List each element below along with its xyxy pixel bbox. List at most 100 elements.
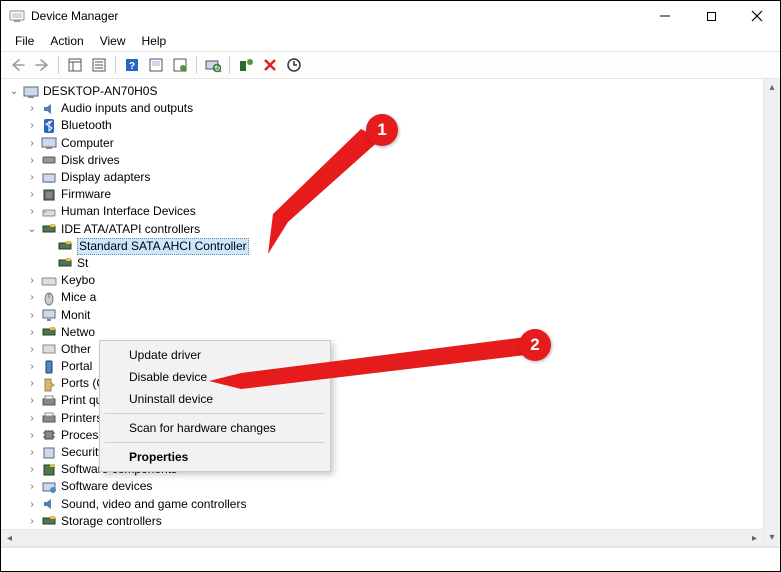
display-adapter-icon <box>41 170 57 186</box>
chevron-down-icon[interactable]: ⌄ <box>7 85 21 99</box>
chevron-right-icon[interactable]: › <box>25 411 39 425</box>
tree-item-label[interactable]: Computer <box>61 135 114 152</box>
tree-item-label[interactable]: Mice a <box>61 289 96 306</box>
tree-item-label[interactable]: Firmware <box>61 186 111 203</box>
tree-item-label[interactable]: Human Interface Devices <box>61 203 196 220</box>
show-hide-tree-button[interactable] <box>64 54 86 76</box>
ctx-disable-device[interactable]: Disable device <box>103 366 327 388</box>
properties-toolbar-button[interactable] <box>88 54 110 76</box>
chevron-right-icon[interactable]: › <box>25 171 39 185</box>
toolbar: ? <box>1 51 780 79</box>
chevron-right-icon[interactable]: › <box>25 274 39 288</box>
vertical-scrollbar[interactable]: ▴ ▾ <box>763 79 780 546</box>
tree-item-label[interactable]: Portal <box>61 358 92 375</box>
storage-icon <box>41 513 57 529</box>
ide-controller-icon <box>41 221 57 237</box>
ctx-properties[interactable]: Properties <box>103 446 327 468</box>
tree-item-label[interactable]: Printers <box>61 410 102 427</box>
tree-item-label[interactable]: Bluetooth <box>61 117 112 134</box>
sound-icon <box>41 496 57 512</box>
close-button[interactable] <box>734 1 780 31</box>
menu-help[interactable]: Help <box>134 32 175 50</box>
tree-item-label[interactable]: Audio inputs and outputs <box>61 100 193 117</box>
firmware-icon <box>41 187 57 203</box>
toolbar-icon-b[interactable] <box>169 54 191 76</box>
tree-item-label[interactable]: IDE ATA/ATAPI controllers <box>61 221 200 238</box>
chevron-down-icon[interactable]: ⌄ <box>25 222 39 236</box>
network-icon <box>41 324 57 340</box>
menu-view[interactable]: View <box>92 32 134 50</box>
context-menu: Update driver Disable device Uninstall d… <box>99 340 331 472</box>
chevron-right-icon[interactable]: › <box>25 291 39 305</box>
maximize-button[interactable] <box>688 1 734 31</box>
titlebar: Device Manager <box>1 1 780 31</box>
mouse-icon <box>41 290 57 306</box>
software-component-icon <box>41 462 57 478</box>
horizontal-scrollbar[interactable]: ◂ ▸ <box>1 529 763 546</box>
tree-item-label[interactable]: Keybo <box>61 272 95 289</box>
tree-item-label[interactable]: Netwo <box>61 324 95 341</box>
menubar: File Action View Help <box>1 31 780 51</box>
forward-button[interactable] <box>31 54 53 76</box>
menu-action[interactable]: Action <box>42 32 91 50</box>
ctx-uninstall-device[interactable]: Uninstall device <box>103 388 327 410</box>
selected-device-label[interactable]: Standard SATA AHCI Controller <box>77 238 249 255</box>
security-icon <box>41 445 57 461</box>
chevron-right-icon[interactable]: › <box>25 360 39 374</box>
scan-hardware-button[interactable] <box>202 54 224 76</box>
chevron-right-icon[interactable]: › <box>25 446 39 460</box>
update-driver-button[interactable] <box>283 54 305 76</box>
chevron-right-icon[interactable]: › <box>25 463 39 477</box>
chevron-right-icon[interactable]: › <box>25 480 39 494</box>
chevron-right-icon[interactable]: › <box>25 136 39 150</box>
tree-item-label[interactable]: Monit <box>61 307 90 324</box>
chevron-right-icon[interactable]: › <box>25 377 39 391</box>
tree-item-label[interactable]: Display adapters <box>61 169 150 186</box>
help-toolbar-button[interactable]: ? <box>121 54 143 76</box>
scroll-up-icon[interactable]: ▴ <box>764 79 780 96</box>
device-manager-icon <box>9 8 25 24</box>
chevron-right-icon[interactable]: › <box>25 325 39 339</box>
minimize-button[interactable] <box>642 1 688 31</box>
monitor-icon <box>41 307 57 323</box>
add-hardware-button[interactable] <box>235 54 257 76</box>
menu-separator <box>105 442 325 443</box>
chevron-right-icon[interactable]: › <box>25 119 39 133</box>
ctx-update-driver[interactable]: Update driver <box>103 344 327 366</box>
keyboard-icon <box>41 273 57 289</box>
print-queue-icon <box>41 393 57 409</box>
root-label[interactable]: DESKTOP-AN70H0S <box>43 83 158 100</box>
software-device-icon <box>41 479 57 495</box>
chevron-right-icon[interactable]: › <box>25 342 39 356</box>
toolbar-icon-a[interactable] <box>145 54 167 76</box>
chevron-right-icon[interactable]: › <box>25 188 39 202</box>
chevron-right-icon[interactable]: › <box>25 205 39 219</box>
chevron-right-icon[interactable]: › <box>25 102 39 116</box>
tree-item-label[interactable]: Disk drives <box>61 152 120 169</box>
menu-file[interactable]: File <box>7 32 42 50</box>
tree-item-label[interactable]: Sound, video and game controllers <box>61 496 246 513</box>
tree-item-label[interactable]: St <box>77 255 88 272</box>
chevron-right-icon[interactable]: › <box>25 153 39 167</box>
scroll-down-icon[interactable]: ▾ <box>764 529 780 546</box>
remove-device-button[interactable] <box>259 54 281 76</box>
tree-item-label[interactable]: Software devices <box>61 478 152 495</box>
chevron-right-icon[interactable]: › <box>25 497 39 511</box>
ports-icon <box>41 376 57 392</box>
scroll-left-icon[interactable]: ◂ <box>1 530 18 546</box>
tree-item-label[interactable]: Storage controllers <box>61 513 162 530</box>
audio-icon <box>41 101 57 117</box>
device-tree[interactable]: ⌄ DESKTOP-AN70H0S › Audio inputs and outp… <box>1 79 780 547</box>
tree-item-label[interactable]: Other <box>61 341 91 358</box>
printer-icon <box>41 410 57 426</box>
scroll-right-icon[interactable]: ▸ <box>746 530 763 546</box>
back-button[interactable] <box>7 54 29 76</box>
chevron-right-icon[interactable]: › <box>25 428 39 442</box>
window-title: Device Manager <box>31 9 118 23</box>
chevron-right-icon[interactable]: › <box>25 394 39 408</box>
portable-icon <box>41 359 57 375</box>
ctx-scan-hardware[interactable]: Scan for hardware changes <box>103 417 327 439</box>
chevron-right-icon[interactable]: › <box>25 514 39 528</box>
chevron-right-icon[interactable]: › <box>25 308 39 322</box>
sata-controller-icon <box>57 255 73 271</box>
